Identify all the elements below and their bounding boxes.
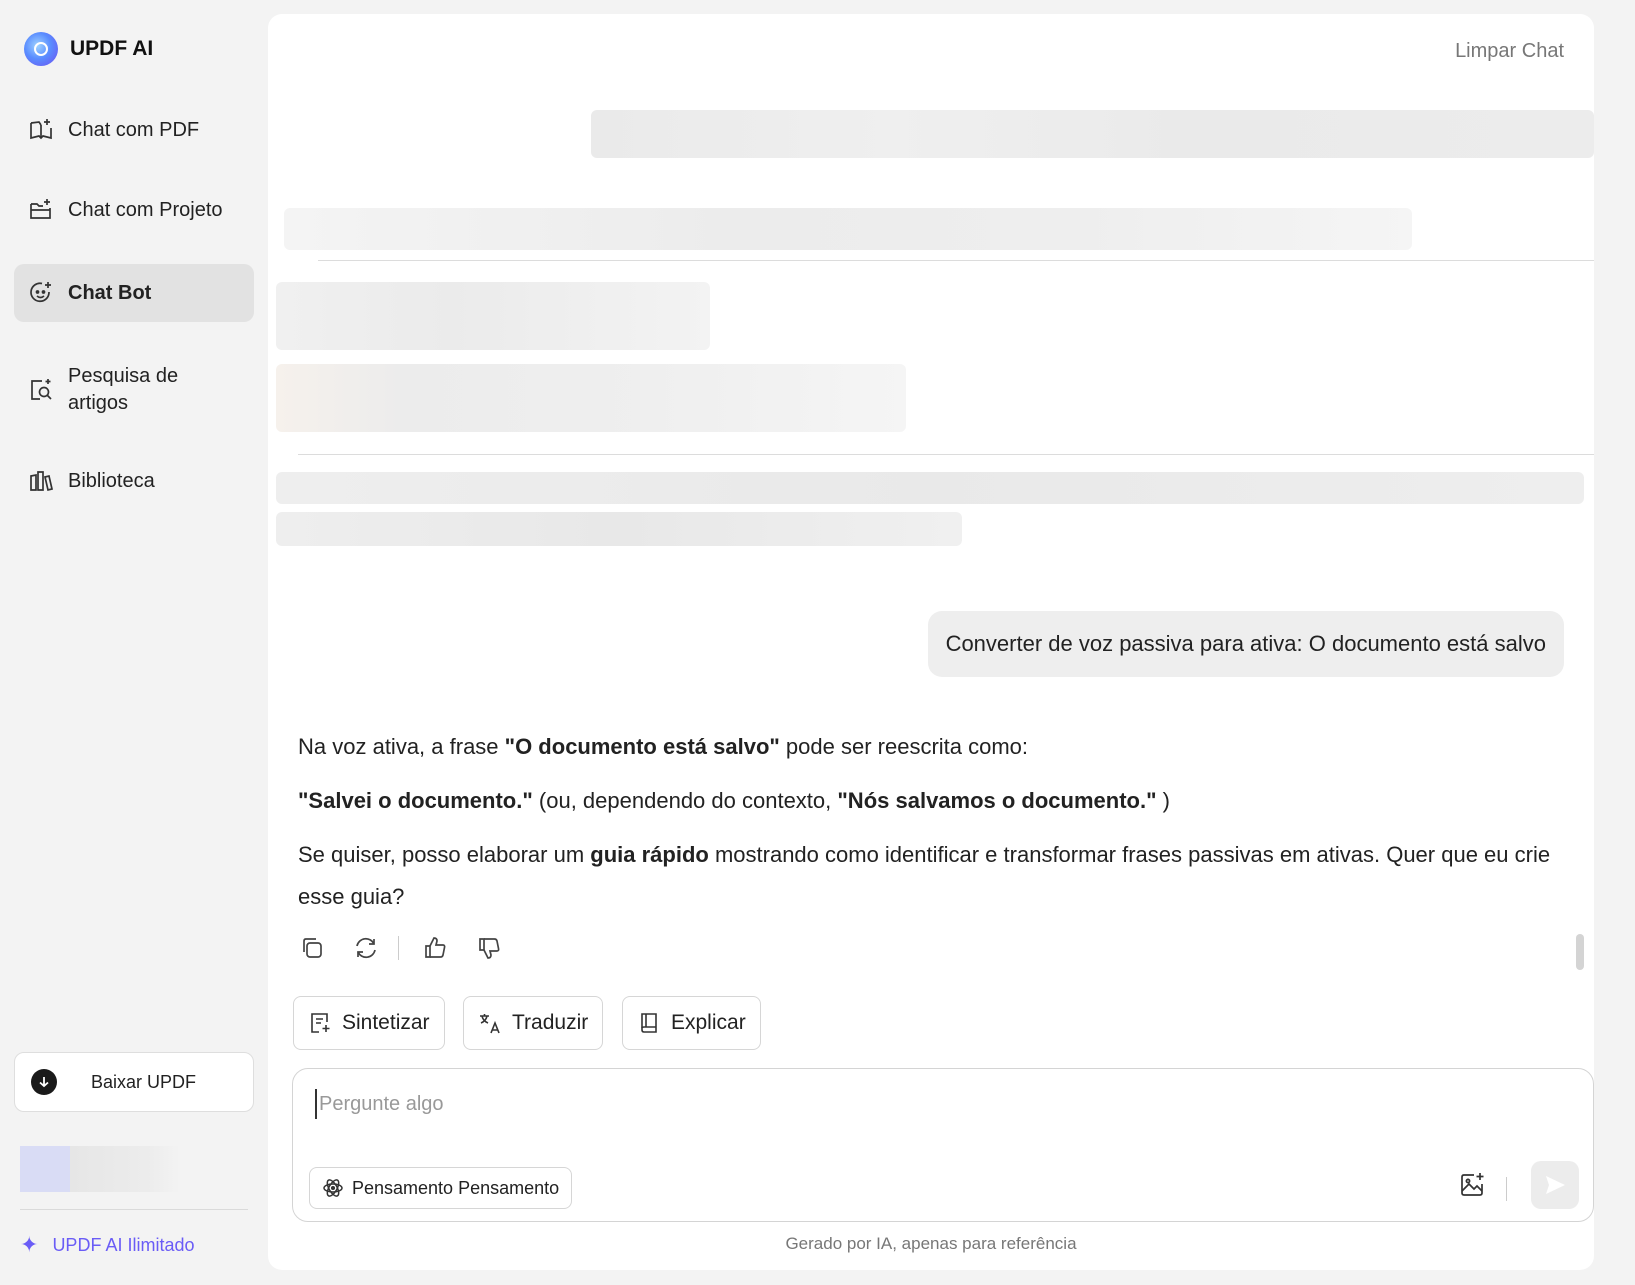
redacted-text [284, 208, 1412, 250]
sidebar-item-label: Pesquisa de artigos [68, 365, 179, 414]
answer-text: pode ser reescrita como: [779, 734, 1029, 759]
answer-bold-text: "Nós salvamos o documento." [837, 788, 1157, 813]
composer-separator [1506, 1177, 1507, 1201]
sidebar-item-label: Chat com Projeto [68, 198, 223, 221]
thumbs-up-icon[interactable] [421, 934, 449, 962]
copy-icon[interactable] [298, 934, 326, 962]
book-sparkle-icon [30, 119, 52, 140]
answer-text: Na voz ativa, a frase [298, 734, 505, 759]
explain-button[interactable]: Explicar [622, 996, 761, 1050]
divider [298, 454, 1594, 455]
divider [318, 260, 1594, 261]
chat-composer: Pensamento Pensamento [292, 1068, 1594, 1222]
thumbs-down-icon[interactable] [475, 934, 503, 962]
send-icon [1546, 1176, 1565, 1194]
quick-action-label: Traduzir [512, 1011, 589, 1034]
brand[interactable]: UPDF AI [24, 32, 153, 66]
chat-panel: Limpar Chat Converter de voz passiva par… [268, 14, 1594, 1270]
actions-separator [398, 936, 399, 960]
quick-action-label: Sintetizar [342, 1011, 430, 1034]
book-icon [641, 1013, 657, 1033]
thinking-label: Pensamento Pensamento [352, 1177, 560, 1198]
answer-paragraph: Se quiser, posso elaborar um guia rápido… [298, 834, 1568, 918]
send-button[interactable] [1531, 1161, 1579, 1209]
answer-bold-text: "O documento está salvo" [504, 734, 780, 759]
answer-text: ) [1156, 788, 1170, 813]
scrollbar[interactable] [1576, 934, 1584, 970]
sidebar-item-biblioteca[interactable]: Biblioteca [14, 455, 254, 507]
answer-bold-text: guia rápido [590, 842, 709, 867]
sidebar-item-chat-bot[interactable]: Chat Bot [14, 264, 254, 322]
download-icon [31, 1069, 57, 1095]
document-search-icon [31, 379, 52, 400]
updf-ai-unlimited-link[interactable]: ✦ UPDF AI Ilimitado [20, 1232, 194, 1258]
answer-bold-text: "Salvei o documento." [298, 788, 533, 813]
folder-sparkle-icon [30, 199, 51, 219]
thinking-toggle-button[interactable]: Pensamento Pensamento [309, 1167, 573, 1209]
summarize-button[interactable]: Sintetizar [293, 996, 445, 1050]
chat-input[interactable] [315, 1089, 1515, 1119]
answer-text: (ou, dependendo do contexto, [532, 788, 838, 813]
regenerate-icon[interactable] [352, 934, 380, 962]
sidebar-item-label: Biblioteca [68, 469, 155, 492]
library-icon [30, 471, 54, 492]
redacted-text [276, 364, 906, 432]
assistant-answer: Na voz ativa, a frase "O documento está … [298, 726, 1568, 930]
translate-icon [480, 1014, 500, 1034]
sidebar-item-chat-projeto[interactable]: Chat com Projeto [14, 184, 254, 236]
sidebar-item-label: Chat com PDF [68, 118, 200, 141]
translate-button[interactable]: Traduzir [463, 996, 604, 1050]
brand-name: UPDF AI [70, 37, 154, 60]
message-actions [298, 934, 529, 962]
avatar[interactable] [20, 1146, 180, 1192]
answer-paragraph: Na voz ativa, a frase "O documento está … [298, 726, 1568, 768]
redacted-text [276, 472, 1584, 504]
sidebar-item-label: Chat Bot [68, 281, 152, 304]
updf-logo-icon [24, 32, 58, 66]
redacted-text [276, 282, 710, 350]
unlimited-label: UPDF AI Ilimitado [52, 1234, 195, 1255]
clear-chat-button[interactable]: Limpar Chat [1455, 40, 1564, 63]
sidebar: UPDF AI Chat com PDF Chat com Projeto Ch… [0, 0, 268, 1285]
redacted-text [276, 512, 962, 546]
sidebar-item-chat-pdf[interactable]: Chat com PDF [14, 104, 254, 156]
atom-icon [323, 1179, 343, 1197]
summarize-icon [311, 1013, 330, 1033]
answer-text: Se quiser, posso elaborar um [298, 842, 591, 867]
sidebar-item-pesquisa-artigos[interactable]: Pesquisa de artigos [14, 358, 254, 422]
sidebar-divider [20, 1209, 248, 1210]
download-label: Baixar UPDF [91, 1071, 197, 1092]
sparkle-icon: ✦ [20, 1232, 39, 1257]
download-updf-button[interactable]: Baixar UPDF [14, 1052, 254, 1112]
ai-disclaimer: Gerado por IA, apenas para referência [785, 1234, 1077, 1253]
bot-face-icon [30, 282, 51, 303]
image-upload-icon[interactable] [1457, 1169, 1489, 1201]
quick-action-label: Explicar [671, 1011, 746, 1034]
answer-paragraph: "Salvei o documento." (ou, dependendo do… [298, 780, 1568, 822]
user-message-bubble: Converter de voz passiva para ativa: O d… [927, 611, 1564, 677]
redacted-message [591, 110, 1594, 158]
